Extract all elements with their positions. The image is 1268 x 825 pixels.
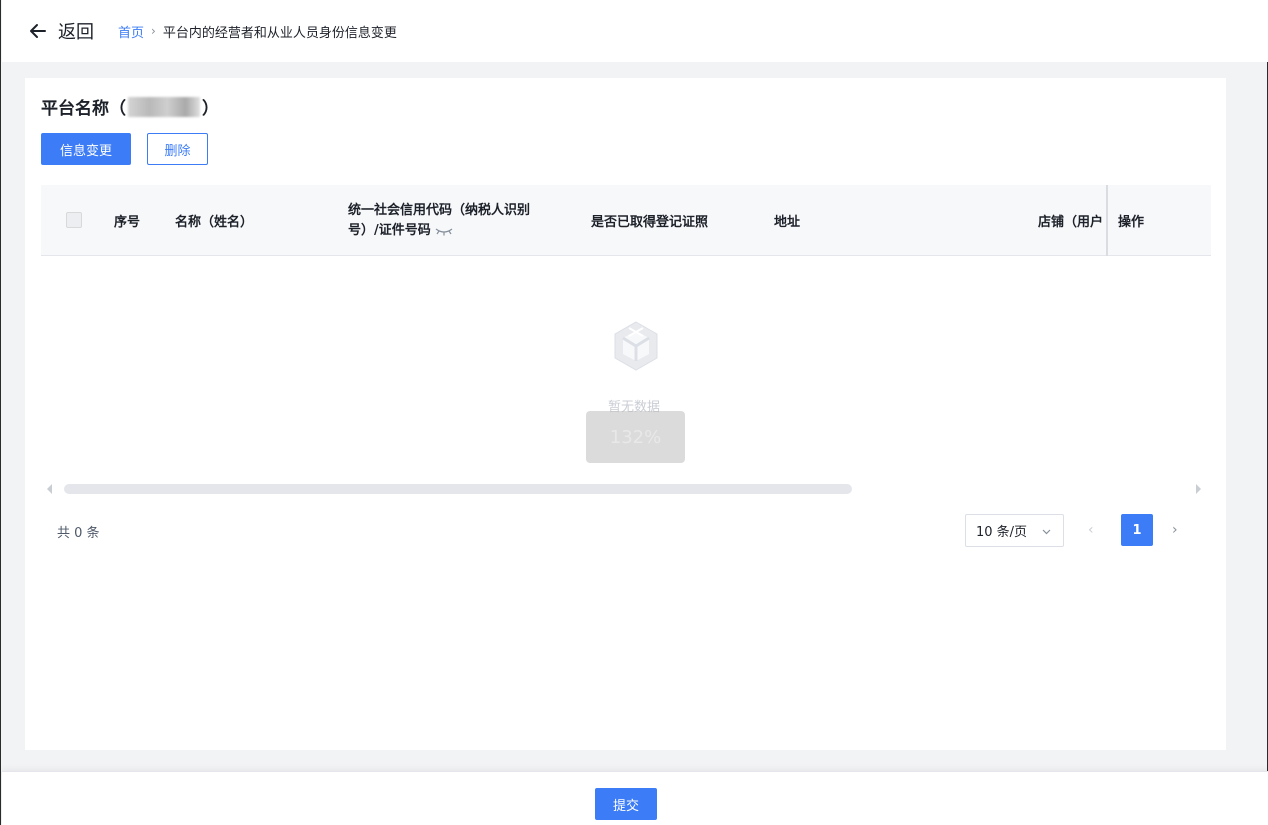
- info-change-button[interactable]: 信息变更: [41, 133, 131, 165]
- back-label: 返回: [58, 22, 94, 43]
- column-code-label-line2: 号）/证件号码: [348, 223, 431, 238]
- column-action-label: 操作: [1118, 215, 1145, 230]
- submit-button[interactable]: 提交: [595, 788, 657, 820]
- platform-title-suffix: ）: [202, 99, 219, 119]
- platform-name-title: 平台名称（ ）: [41, 94, 219, 119]
- page-size-select[interactable]: 10 条/页: [965, 514, 1064, 547]
- back-arrow-icon: [30, 24, 46, 38]
- back-button[interactable]: 返回: [28, 18, 94, 44]
- total-count: 共 0 条: [57, 526, 100, 541]
- prev-page-button[interactable]: ‹: [1088, 522, 1094, 538]
- column-header-shop: 店铺（用户: [1038, 185, 1103, 256]
- eye-closed-icon[interactable]: [435, 226, 453, 236]
- column-code-label-line1: 统一社会信用代码（纳税人识别: [348, 203, 531, 218]
- redacted-platform-name: [128, 96, 200, 117]
- column-address-label: 地址: [774, 215, 801, 230]
- app-frame: 返回 首页 › 平台内的经营者和从业人员身份信息变更 平台名称（ ） 信息变更 …: [0, 0, 1268, 825]
- scroll-right-arrow[interactable]: [1196, 484, 1201, 494]
- scroll-left-arrow[interactable]: [47, 484, 52, 494]
- empty-box-icon: [614, 321, 658, 371]
- horizontal-scrollbar-thumb[interactable]: [64, 484, 852, 494]
- main-card: 平台名称（ ） 信息变更 删除 序号 名称（姓名） 统一社会信用代码（纳税人识别…: [25, 78, 1226, 750]
- column-index-label: 序号: [114, 215, 141, 230]
- next-page-button[interactable]: ›: [1172, 522, 1178, 538]
- chevron-down-icon: [1042, 529, 1051, 535]
- zoom-level-badge: 132%: [586, 411, 685, 463]
- column-header-action: 操作: [1118, 185, 1144, 256]
- column-name-label: 名称（姓名）: [175, 215, 254, 230]
- top-header: 返回 首页 › 平台内的经营者和从业人员身份信息变更: [2, 0, 1268, 62]
- breadcrumb-separator: ›: [151, 24, 156, 38]
- fixed-column-divider: [1106, 185, 1108, 256]
- breadcrumb-current: 平台内的经营者和从业人员身份信息变更: [162, 25, 397, 41]
- column-header-license: 是否已取得登记证照: [591, 185, 708, 256]
- column-header-name: 名称（姓名）: [175, 185, 253, 256]
- column-header-code: 统一社会信用代码（纳税人识别 号）/证件号码: [348, 185, 568, 256]
- page-number-1[interactable]: 1: [1121, 514, 1153, 546]
- table-empty-state: 暂无数据 132%: [41, 256, 1211, 481]
- column-shop-label: 店铺（用户: [1038, 215, 1104, 230]
- breadcrumb-home-link[interactable]: 首页: [118, 22, 144, 41]
- select-all-checkbox[interactable]: [66, 212, 82, 228]
- page-size-value: 10 条/页: [976, 525, 1028, 540]
- column-header-address: 地址: [774, 185, 800, 256]
- bottom-action-bar: 提交: [2, 771, 1268, 825]
- column-header-index: 序号: [114, 185, 140, 256]
- column-license-label: 是否已取得登记证照: [591, 215, 709, 230]
- platform-title-prefix: 平台名称（: [41, 99, 126, 119]
- delete-button[interactable]: 删除: [147, 133, 208, 165]
- table-header: 序号 名称（姓名） 统一社会信用代码（纳税人识别 号）/证件号码 是否已取得登记…: [41, 185, 1211, 256]
- breadcrumb: 首页 › 平台内的经营者和从业人员身份信息变更: [118, 22, 397, 41]
